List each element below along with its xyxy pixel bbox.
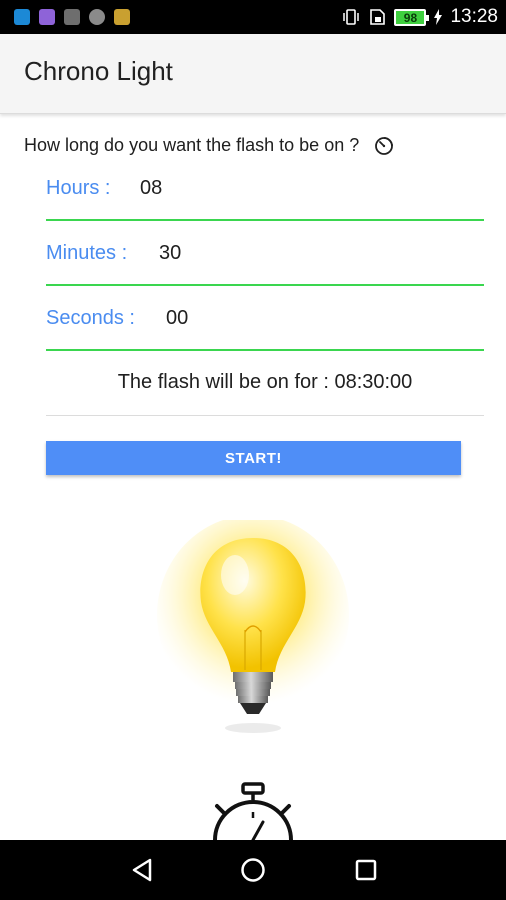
clock: 13:28	[450, 6, 498, 27]
hours-field[interactable]: Hours : 08	[46, 175, 484, 221]
duration-summary: The flash will be on for : 08:30:00	[117, 371, 413, 393]
stopwatch-icon[interactable]	[203, 778, 303, 840]
seconds-field[interactable]: Seconds : 00	[46, 305, 484, 351]
timer-icon	[375, 137, 394, 155]
app-title: Chrono Light	[24, 56, 173, 86]
gold-app-icon	[114, 9, 130, 25]
app-bar: Chrono Light	[0, 34, 506, 114]
minutes-label: Minutes :	[46, 242, 128, 264]
hours-label: Hours :	[46, 177, 111, 199]
seconds-label: Seconds :	[46, 307, 135, 329]
sim-icon	[370, 9, 386, 25]
status-indicators: 98 13:28	[342, 0, 498, 34]
divider	[46, 415, 484, 416]
recents-icon[interactable]	[350, 854, 382, 886]
shazam-icon	[14, 9, 30, 25]
minutes-input[interactable]: 30	[159, 242, 181, 265]
light-bulb-icon[interactable]	[153, 520, 353, 750]
charging-icon	[434, 9, 443, 25]
back-icon[interactable]	[126, 854, 158, 886]
duration-question: How long do you want the flash to be on …	[24, 134, 395, 156]
home-icon[interactable]	[237, 854, 269, 886]
purple-app-icon	[39, 9, 55, 25]
status-bar: 98 13:28	[0, 0, 506, 34]
gallery-icon	[64, 9, 80, 25]
vibrate-icon	[343, 9, 360, 25]
start-button[interactable]: START!	[46, 441, 461, 475]
minutes-field[interactable]: Minutes : 30	[46, 240, 484, 286]
hours-input[interactable]: 08	[140, 177, 162, 200]
question-text: How long do you want the flash to be on …	[24, 134, 360, 155]
seconds-input[interactable]: 00	[166, 307, 188, 330]
c-app-icon	[89, 9, 105, 25]
battery-icon: 98	[394, 8, 430, 26]
navigation-bar	[0, 840, 506, 900]
battery-level: 98	[403, 10, 418, 25]
